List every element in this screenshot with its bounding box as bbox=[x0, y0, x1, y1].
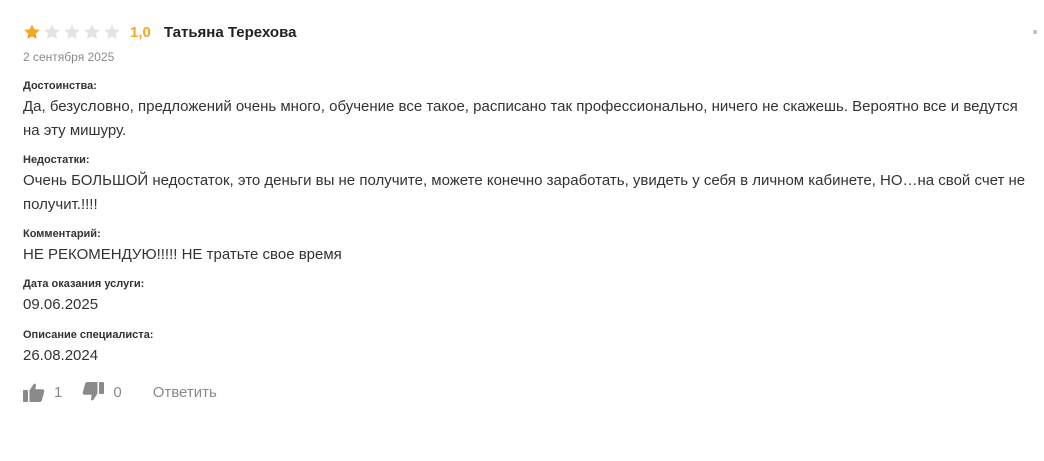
thumbs-down-icon bbox=[83, 382, 105, 401]
comment-title: Комментарий: bbox=[23, 228, 101, 240]
star-empty-icon bbox=[44, 24, 60, 40]
star-rating bbox=[23, 23, 121, 41]
pros-title: Достоинства: bbox=[23, 80, 97, 92]
pros-section: Достоинства: Да, безусловно, предложений… bbox=[23, 80, 1032, 143]
service-date-section: Дата оказания услуги: 09.06.2025 bbox=[23, 278, 1032, 317]
pros-text: Да, безусловно, предложений очень много,… bbox=[23, 98, 1018, 139]
review-card: 1,0 Татьяна Терехова 2 сентября 2025 Дос… bbox=[0, 0, 1044, 461]
service-date-title: Дата оказания услуги: bbox=[23, 278, 145, 290]
rating-value: 1,0 bbox=[130, 23, 151, 41]
author-name: Татьяна Терехова bbox=[163, 23, 297, 41]
dislike-button[interactable]: 0 bbox=[82, 382, 122, 402]
review-date: 2 сентября 2025 bbox=[23, 50, 115, 64]
comment-section: Комментарий: НЕ РЕКОМЕНДУЮ!!!!! НЕ трать… bbox=[23, 228, 1032, 267]
star-filled-icon bbox=[24, 24, 40, 40]
menu-dot-icon[interactable] bbox=[1033, 30, 1037, 34]
specialist-description-section: Описание специалиста: 26.08.2024 bbox=[23, 329, 1032, 368]
review-header: 1,0 Татьяна Терехова bbox=[23, 20, 1032, 44]
cons-text: Очень БОЛЬШОЙ недостаток, это деньги вы … bbox=[23, 172, 1026, 213]
dislike-count: 0 bbox=[113, 383, 122, 401]
cons-title: Недостатки: bbox=[23, 154, 90, 166]
star-empty-icon bbox=[104, 24, 120, 40]
specialist-description-value: 26.08.2024 bbox=[23, 347, 99, 364]
reply-button[interactable]: Ответить bbox=[153, 384, 217, 401]
specialist-description-title: Описание специалиста: bbox=[23, 329, 154, 341]
like-button[interactable]: 1 bbox=[23, 382, 62, 402]
thumbs-up-icon bbox=[23, 383, 45, 402]
star-empty-icon bbox=[84, 24, 100, 40]
cons-section: Недостатки: Очень БОЛЬШОЙ недостаток, эт… bbox=[23, 154, 1032, 217]
service-date-value: 09.06.2025 bbox=[23, 296, 99, 313]
comment-text: НЕ РЕКОМЕНДУЮ!!!!! НЕ тратьте свое время bbox=[23, 246, 342, 263]
like-count: 1 bbox=[54, 383, 63, 401]
review-actions: 1 0 Ответить bbox=[23, 380, 1032, 404]
star-empty-icon bbox=[64, 24, 80, 40]
